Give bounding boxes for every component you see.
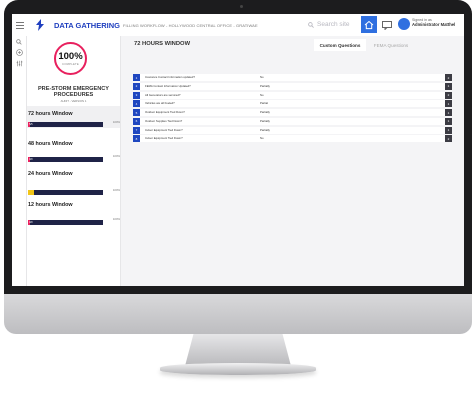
- tab-custom-questions[interactable]: Custom Questions: [314, 39, 366, 51]
- question-answer: Partially: [260, 83, 270, 88]
- response-count-badge[interactable]: 1: [445, 117, 452, 125]
- question-answer: Partially: [260, 127, 270, 132]
- logo-icon: [30, 14, 50, 36]
- top-bar: DATA GATHERING FILLING WORKFLOW - HOLLYW…: [12, 14, 464, 37]
- rail-filter-icon[interactable]: [12, 58, 26, 69]
- question-answer: No: [260, 75, 264, 79]
- icon-rail: [12, 36, 27, 286]
- table-row[interactable]: 5 Outdoor Equipment Tied Down? Partially 1: [133, 109, 452, 117]
- question-text: Outdoor Supplies Tied Down?: [145, 118, 183, 123]
- question-answer: Partial: [260, 101, 268, 106]
- app-screen: DATA GATHERING FILLING WORKFLOW - HOLLYW…: [12, 14, 464, 286]
- window-progress-bar: 5/5: [28, 122, 103, 127]
- rail-plus-icon[interactable]: [12, 47, 26, 58]
- window-progress-bar: [28, 190, 103, 195]
- completion-ring: 100% COMPLETE: [54, 42, 87, 75]
- question-text: Indoor Equipment Tied Down?: [145, 136, 183, 141]
- completion-percent: 100%: [58, 50, 83, 62]
- response-count-badge[interactable]: 1: [445, 82, 452, 90]
- rail-search-icon[interactable]: [12, 36, 26, 47]
- question-text: Insurance Contact Information updated?: [145, 75, 195, 79]
- question-number: 3: [133, 91, 140, 99]
- main-content: 72 HOURS WINDOW Custom Questions FEMA Qu…: [121, 36, 464, 286]
- window-name: 12 hours Window: [28, 202, 73, 208]
- table-row[interactable]: 1 Insurance Contact Information updated? N…: [133, 74, 452, 81]
- procedure-version: AUDIT - VERSION 1: [60, 99, 87, 103]
- question-text: Indoor Equipment Tied Down?: [145, 127, 183, 132]
- avatar-icon[interactable]: [398, 18, 410, 30]
- procedure-title: PRE-STORM EMERGENCY PROCEDURES: [27, 86, 120, 98]
- window-item-24h[interactable]: 24 hours Window 100%: [27, 167, 120, 195]
- table-row[interactable]: 4 Vehicles are all Fueled? Partial 1: [133, 100, 452, 108]
- page-title: 72 HOURS WINDOW: [134, 41, 191, 47]
- monitor-chin: [4, 294, 472, 334]
- messages-icon[interactable]: [380, 18, 394, 32]
- window-percent: 100%: [112, 120, 120, 124]
- table-row[interactable]: 3 All Generators are serviced? No 2: [133, 91, 452, 99]
- response-count-badge[interactable]: 1: [445, 100, 452, 108]
- main-header: 72 HOURS WINDOW Custom Questions FEMA Qu…: [121, 36, 464, 54]
- checklist-panel: 100% COMPLETE PRE-STORM EMERGENCY PROCED…: [27, 36, 121, 286]
- window-progress-fill: [28, 190, 34, 195]
- camera-dot: [240, 5, 243, 8]
- menu-icon[interactable]: [12, 14, 30, 36]
- window-bar-label: 0/0: [29, 221, 33, 224]
- search-field[interactable]: Search site: [308, 17, 356, 32]
- window-percent: 100%: [112, 154, 120, 158]
- user-info[interactable]: Signed in as Administrator Matthel: [412, 18, 464, 27]
- table-row[interactable]: 7 Indoor Equipment Tied Down? Partially 1: [133, 126, 452, 134]
- table-row[interactable]: 8 Indoor Equipment Tied Down? No 2: [133, 135, 452, 143]
- question-text: All Generators are serviced?: [145, 92, 181, 97]
- response-count-badge[interactable]: 2: [445, 74, 452, 81]
- procedure-title-line2: PROCEDURES: [53, 92, 94, 99]
- response-count-badge[interactable]: 2: [445, 91, 452, 99]
- window-percent: 100%: [112, 217, 120, 221]
- window-bar-label: 5/5: [29, 123, 33, 126]
- window-progress-bar: 0/0: [28, 220, 103, 225]
- window-name: 72 hours Window: [28, 111, 73, 117]
- question-number: 4: [133, 100, 140, 108]
- search-icon: [308, 21, 314, 28]
- response-count-badge[interactable]: 1: [445, 126, 452, 134]
- question-number: 7: [133, 126, 140, 134]
- question-answer: Partially: [260, 118, 270, 123]
- question-number: 5: [133, 109, 140, 117]
- search-placeholder: Search site: [317, 21, 350, 28]
- table-row[interactable]: 2 FEMA Contact Information Updated? Partia…: [133, 82, 452, 90]
- question-answer: No: [260, 136, 264, 141]
- table-row[interactable]: 6 Outdoor Supplies Tied Down? Partially 1: [133, 117, 452, 125]
- monitor-stand: [185, 334, 291, 366]
- window-percent: 100%: [112, 188, 120, 192]
- window-item-12h[interactable]: 12 hours Window 100% 0/0: [27, 199, 120, 227]
- monitor-base: [160, 363, 316, 375]
- completion-label: COMPLETE: [62, 61, 79, 66]
- question-number: 1: [133, 74, 140, 81]
- user-name: Administrator Matthel: [412, 21, 456, 27]
- question-answer: No: [260, 92, 264, 97]
- app-title: DATA GATHERING: [54, 20, 120, 30]
- window-item-48h[interactable]: 48 hours Window 100% 0/0: [27, 136, 120, 162]
- tab-fema-questions[interactable]: FEMA Questions: [371, 39, 411, 51]
- window-name: 24 hours Window: [28, 171, 73, 177]
- window-progress-bar: 0/0: [28, 157, 103, 162]
- window-bar-label: 0/0: [29, 158, 33, 161]
- question-answer: Partially: [260, 110, 270, 115]
- response-count-badge[interactable]: 1: [445, 109, 452, 117]
- question-number: 2: [133, 82, 140, 90]
- response-count-badge[interactable]: 2: [445, 135, 452, 143]
- workflow-subtitle: FILLING WORKFLOW - HOLLYWOOD CENTRAL OFF…: [122, 22, 258, 28]
- question-number: 6: [133, 117, 140, 125]
- question-number: 8: [133, 135, 140, 143]
- window-name: 48 hours Window: [28, 141, 73, 147]
- question-text: Vehicles are all Fueled?: [145, 101, 175, 106]
- home-icon: [364, 20, 374, 29]
- window-item-72h[interactable]: 72 hours Window 100% 5/5: [27, 106, 120, 128]
- question-text: Outdoor Equipment Tied Down?: [145, 110, 185, 115]
- questions-list: 1 Insurance Contact Information updated? N…: [133, 74, 452, 144]
- question-text: FEMA Contact Information Updated?: [145, 83, 191, 88]
- home-button[interactable]: [361, 16, 377, 33]
